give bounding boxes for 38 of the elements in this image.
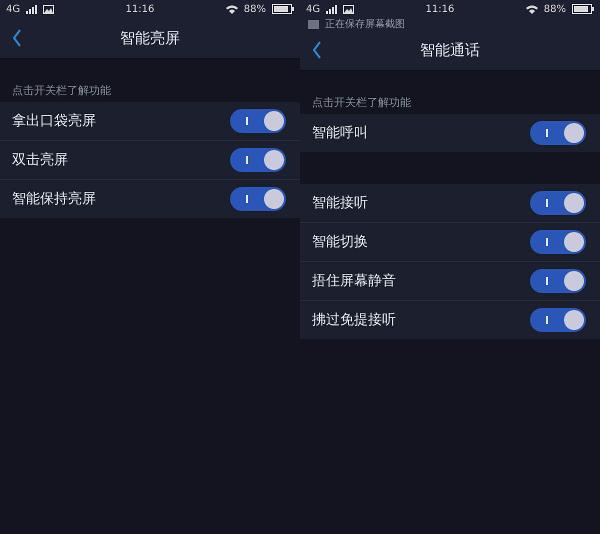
section-label: 点击开关栏了解功能 [312,96,411,109]
screen-title: 智能亮屏 [119,28,181,48]
image-icon [308,20,319,28]
setting-label[interactable]: 拂过免提接听 [312,311,396,329]
setting-label[interactable]: 拿出口袋亮屏 [12,112,96,130]
time-label: 11:16 [126,4,154,14]
toggle-switch[interactable] [230,187,286,211]
toggle-switch[interactable] [530,269,586,293]
network-label: 4G [306,4,320,14]
network-label: 4G [6,4,20,14]
setting-label[interactable]: 智能保持亮屏 [12,190,96,208]
setting-label[interactable]: 智能呼叫 [312,124,368,142]
wifi-icon [526,4,538,14]
toggle-switch[interactable] [530,191,586,215]
toggle-switch[interactable] [230,148,286,172]
back-icon[interactable] [12,29,22,47]
battery-label: 88% [544,4,566,14]
image-icon [343,4,354,14]
battery-icon [572,4,594,14]
setting-label[interactable]: 捂住屏幕静音 [312,272,396,290]
section-label: 点击开关栏了解功能 [12,84,111,97]
wifi-icon [226,4,238,14]
screen-title: 智能通话 [419,40,481,60]
toggle-switch[interactable] [530,308,586,332]
toggle-switch[interactable] [230,109,286,133]
signal-icon [326,4,338,14]
back-icon[interactable] [312,41,322,59]
signal-icon [26,4,38,14]
image-icon [43,4,54,14]
setting-label[interactable]: 智能切换 [312,233,368,251]
toggle-switch[interactable] [530,230,586,254]
battery-icon [272,4,294,14]
time-label: 11:16 [426,4,454,14]
battery-label: 88% [244,4,266,14]
setting-label[interactable]: 智能接听 [312,194,368,212]
setting-label[interactable]: 双击亮屏 [12,151,68,169]
notification-text: 正在保存屏幕截图 [325,18,405,31]
toggle-switch[interactable] [530,121,586,145]
